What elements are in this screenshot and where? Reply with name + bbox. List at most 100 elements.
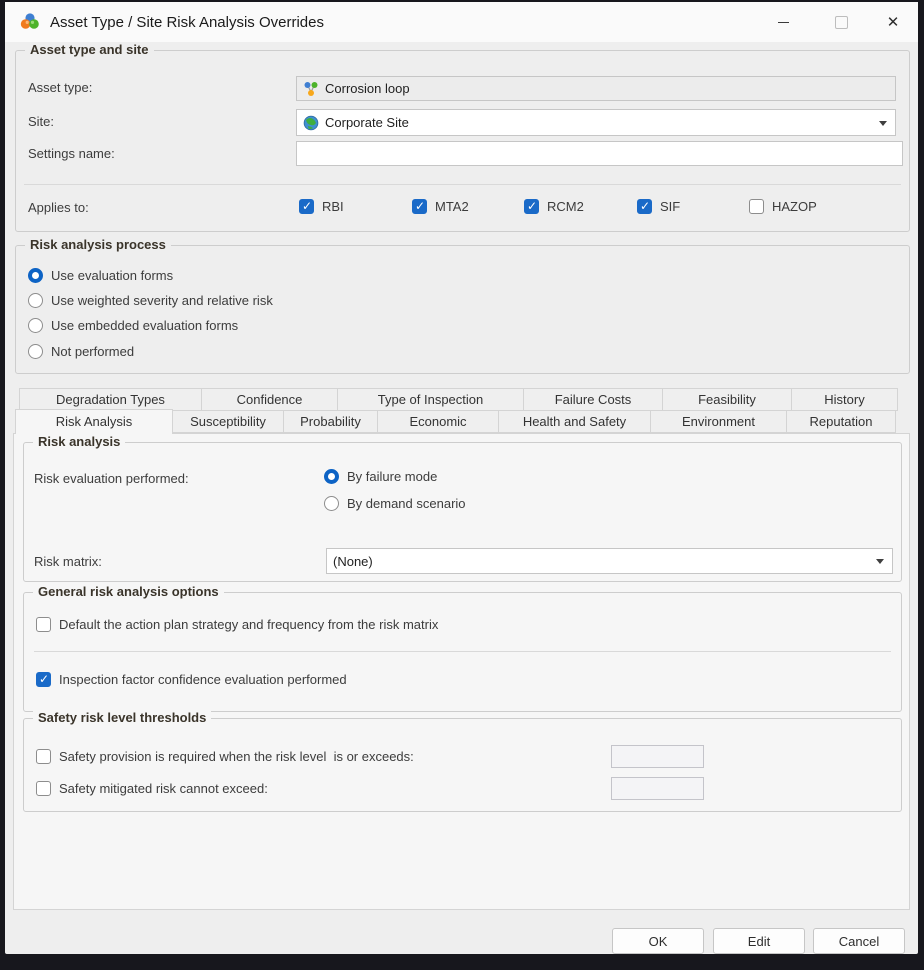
asset-type-field: Corrosion loop bbox=[296, 76, 896, 101]
cancel-button[interactable]: Cancel bbox=[813, 928, 905, 954]
rbi-checkbox-icon[interactable] bbox=[299, 198, 314, 214]
site-label: Site: bbox=[28, 114, 55, 129]
safety-provision-threshold-input[interactable] bbox=[611, 745, 704, 768]
radio-icon[interactable] bbox=[28, 267, 43, 283]
tab-history[interactable]: History bbox=[791, 388, 898, 411]
safety-mitigated-threshold-input[interactable] bbox=[611, 777, 704, 800]
safety-mitigated-checkbox-icon[interactable] bbox=[36, 780, 51, 796]
dialog-window: Asset Type / Site Risk Analysis Override… bbox=[5, 2, 918, 954]
radio-label: Use evaluation forms bbox=[51, 267, 174, 283]
radio-not-performed[interactable]: Not performed bbox=[28, 342, 134, 360]
checkbox-hazop[interactable]: HAZOP bbox=[749, 197, 817, 215]
sif-label: SIF bbox=[660, 198, 681, 214]
checkbox-safety-provision[interactable]: Safety provision is required when the ri… bbox=[36, 747, 414, 765]
title-bar: Asset Type / Site Risk Analysis Override… bbox=[5, 2, 918, 42]
site-globe-icon bbox=[303, 115, 319, 130]
radio-icon[interactable] bbox=[324, 468, 339, 484]
tab-risk-analysis[interactable]: Risk Analysis bbox=[15, 409, 173, 434]
general-options-group: General risk analysis options Default th… bbox=[23, 584, 902, 712]
safety-thresholds-group: Safety risk level thresholds Safety prov… bbox=[23, 710, 902, 812]
safety-thresholds-group-title: Safety risk level thresholds bbox=[33, 710, 212, 725]
asset-type-icon bbox=[304, 81, 318, 96]
radio-use-evaluation-forms[interactable]: Use evaluation forms bbox=[28, 266, 173, 284]
checkbox-safety-mitigated[interactable]: Safety mitigated risk cannot exceed: bbox=[36, 779, 268, 797]
site-combobox[interactable]: Corporate Site bbox=[296, 109, 896, 136]
close-button[interactable]: ✕ bbox=[874, 2, 912, 42]
tab-environment[interactable]: Environment bbox=[650, 410, 787, 433]
rcm2-checkbox-icon[interactable] bbox=[524, 198, 539, 214]
rbi-label: RBI bbox=[322, 198, 344, 214]
general-options-divider bbox=[34, 651, 891, 652]
site-value: Corporate Site bbox=[325, 115, 409, 130]
applies-to-label: Applies to: bbox=[28, 200, 89, 215]
radio-icon[interactable] bbox=[324, 495, 339, 511]
minimize-button[interactable] bbox=[764, 2, 802, 42]
checkbox-mta2[interactable]: MTA2 bbox=[412, 197, 469, 215]
radio-label: By demand scenario bbox=[347, 495, 466, 511]
radio-label: Use weighted severity and relative risk bbox=[51, 292, 273, 308]
tab-degradation-types[interactable]: Degradation Types bbox=[19, 388, 202, 411]
sif-checkbox-icon[interactable] bbox=[637, 198, 652, 214]
tab-probability[interactable]: Probability bbox=[283, 410, 378, 433]
rcm2-label: RCM2 bbox=[547, 198, 584, 214]
tab-susceptibility[interactable]: Susceptibility bbox=[172, 410, 284, 433]
tab-health-and-safety[interactable]: Health and Safety bbox=[498, 410, 651, 433]
risk-matrix-combobox[interactable]: (None) bbox=[326, 548, 893, 574]
tab-feasibility[interactable]: Feasibility bbox=[662, 388, 792, 411]
tab-reputation[interactable]: Reputation bbox=[786, 410, 896, 433]
tab-economic[interactable]: Economic bbox=[377, 410, 499, 433]
maximize-icon bbox=[834, 15, 848, 29]
radio-label: Use embedded evaluation forms bbox=[51, 317, 239, 333]
radio-icon[interactable] bbox=[28, 317, 43, 333]
mta2-checkbox-icon[interactable] bbox=[412, 198, 427, 214]
checkbox-rbi[interactable]: RBI bbox=[299, 197, 344, 215]
risk-analysis-group-title: Risk analysis bbox=[33, 434, 126, 449]
inspection-factor-checkbox-icon[interactable] bbox=[36, 671, 51, 687]
radio-label: Not performed bbox=[51, 343, 135, 359]
checkbox-label: Safety provision is required when the ri… bbox=[59, 748, 414, 764]
radio-embedded-evaluation-forms[interactable]: Use embedded evaluation forms bbox=[28, 316, 238, 334]
radio-by-failure-mode[interactable]: By failure mode bbox=[324, 467, 437, 485]
risk-matrix-chevron-down-icon[interactable] bbox=[876, 559, 884, 564]
edit-button[interactable]: Edit bbox=[713, 928, 805, 954]
radio-icon[interactable] bbox=[28, 343, 43, 359]
asset-site-group: Asset type and site Asset type: Corrosio… bbox=[15, 42, 910, 232]
mta2-label: MTA2 bbox=[435, 198, 469, 214]
site-chevron-down-icon[interactable] bbox=[879, 120, 887, 126]
checkbox-label: Safety mitigated risk cannot exceed: bbox=[59, 780, 268, 796]
checkbox-rcm2[interactable]: RCM2 bbox=[524, 197, 584, 215]
checkbox-default-action-plan[interactable]: Default the action plan strategy and fre… bbox=[36, 615, 438, 633]
radio-by-demand-scenario[interactable]: By demand scenario bbox=[324, 494, 466, 512]
settings-name-label: Settings name: bbox=[28, 146, 115, 161]
risk-process-group-title: Risk analysis process bbox=[25, 237, 171, 252]
tab-row-2: Risk Analysis Susceptibility Probability… bbox=[15, 409, 896, 434]
checkbox-inspection-factor-confidence[interactable]: Inspection factor confidence evaluation … bbox=[36, 670, 347, 688]
radio-icon[interactable] bbox=[28, 292, 43, 308]
minimize-icon bbox=[777, 21, 789, 23]
asset-type-label: Asset type: bbox=[28, 80, 93, 95]
risk-process-group: Risk analysis process Use evaluation for… bbox=[15, 237, 910, 374]
app-icon bbox=[20, 13, 39, 29]
window-title: Asset Type / Site Risk Analysis Override… bbox=[50, 13, 324, 31]
risk-matrix-value: (None) bbox=[333, 553, 373, 569]
radio-label: By failure mode bbox=[347, 468, 438, 484]
general-options-group-title: General risk analysis options bbox=[33, 584, 224, 599]
tab-failure-costs[interactable]: Failure Costs bbox=[523, 388, 663, 411]
applies-to-divider bbox=[24, 184, 901, 185]
tab-confidence[interactable]: Confidence bbox=[201, 388, 338, 411]
ok-button[interactable]: OK bbox=[612, 928, 704, 954]
checkbox-label: Inspection factor confidence evaluation … bbox=[59, 671, 347, 687]
asset-site-group-title: Asset type and site bbox=[25, 42, 154, 57]
tab-type-of-inspection[interactable]: Type of Inspection bbox=[337, 388, 524, 411]
radio-weighted-severity[interactable]: Use weighted severity and relative risk bbox=[28, 291, 273, 309]
tab-row-1: Degradation Types Confidence Type of Ins… bbox=[19, 388, 898, 411]
asset-type-value: Corrosion loop bbox=[325, 81, 410, 96]
checkbox-sif[interactable]: SIF bbox=[637, 197, 680, 215]
risk-analysis-group: Risk analysis Risk evaluation performed:… bbox=[23, 434, 902, 582]
hazop-checkbox-icon[interactable] bbox=[749, 198, 764, 214]
safety-provision-checkbox-icon[interactable] bbox=[36, 748, 51, 764]
settings-name-input[interactable] bbox=[296, 141, 903, 166]
risk-matrix-label: Risk matrix: bbox=[34, 554, 102, 569]
default-action-plan-checkbox-icon[interactable] bbox=[36, 616, 51, 632]
hazop-label: HAZOP bbox=[772, 198, 817, 214]
